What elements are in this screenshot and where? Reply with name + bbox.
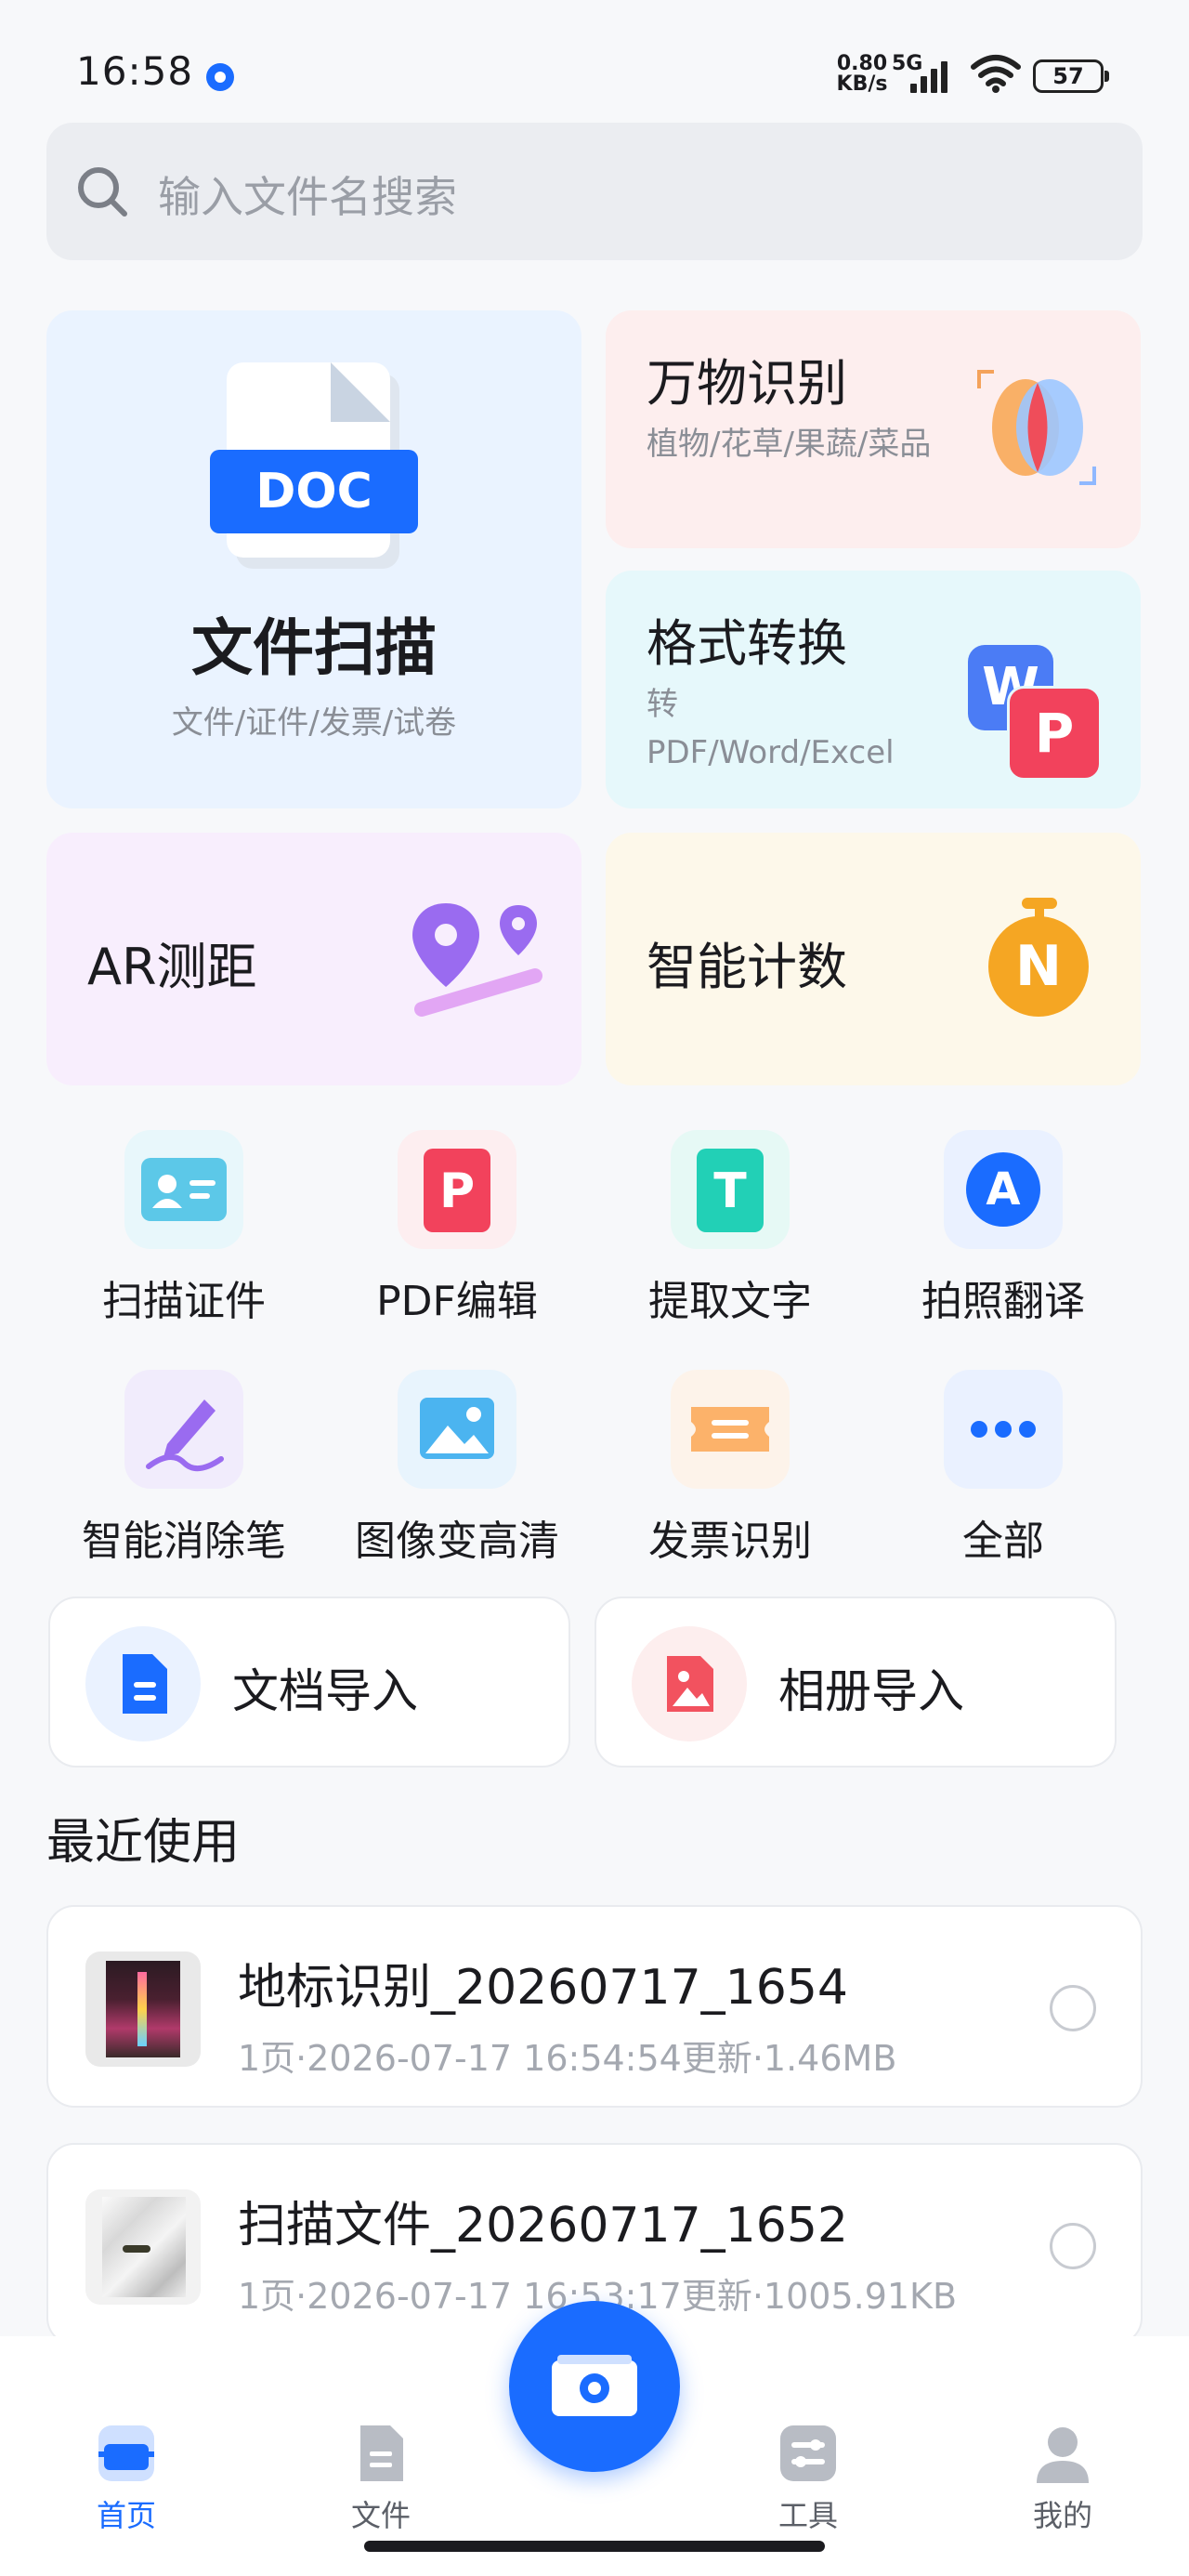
nav-files[interactable]: 文件 — [307, 2420, 455, 2535]
doc-badge: DOC — [210, 450, 418, 533]
search-bar[interactable]: 输入文件名搜索 — [46, 123, 1143, 260]
doc-file-icon: DOC — [210, 357, 418, 576]
format-convert-subtitle: 转PDF/Word/Excel — [647, 686, 895, 771]
document-import-label: 文档导入 — [232, 1664, 418, 1718]
profile-icon — [1037, 2427, 1089, 2483]
file-thumbnail — [85, 1952, 201, 2067]
album-icon — [632, 1626, 747, 1741]
home-indicator — [364, 2541, 825, 2552]
tool-label: PDF编辑 — [376, 1278, 538, 1325]
tool-label: 扫描证件 — [102, 1278, 266, 1325]
tool-image-hd[interactable]: 图像变高清 — [321, 1370, 593, 1593]
ar-measure-icon — [412, 903, 542, 1017]
tool-label: 发票识别 — [648, 1518, 812, 1565]
tool-label: 拍照翻译 — [921, 1278, 1085, 1325]
file-thumbnail — [85, 2189, 201, 2305]
home-scan-icon — [98, 2425, 154, 2481]
object-recognition-subtitle: 植物/花草/果蔬/菜品 — [647, 426, 932, 463]
recent-heading: 最近使用 — [46, 1815, 241, 1871]
text-extract-icon: T — [671, 1130, 790, 1249]
tool-scan-id[interactable]: 扫描证件 — [48, 1130, 320, 1353]
doc-scan-title: 文件扫描 — [191, 612, 437, 684]
document-import-button[interactable]: 文档导入 — [48, 1597, 570, 1768]
translate-glyph: A — [966, 1152, 1040, 1227]
image-hd-icon — [398, 1370, 516, 1489]
status-time: 16:58 — [76, 48, 194, 94]
tool-label: 智能消除笔 — [82, 1518, 286, 1565]
object-recognition-title: 万物识别 — [647, 354, 847, 413]
tool-invoice[interactable]: 发票识别 — [594, 1370, 866, 1593]
tool-label: 图像变高清 — [355, 1518, 559, 1565]
album-import-button[interactable]: 相册导入 — [594, 1597, 1117, 1768]
file-name: 地标识别_20260717_1654 — [238, 1960, 849, 2016]
pdf-glyph: P — [424, 1149, 490, 1232]
id-card-icon — [124, 1130, 243, 1249]
counter-letter: N — [988, 916, 1089, 1017]
search-icon — [78, 167, 127, 217]
tool-photo-translate[interactable]: A 拍照翻译 — [868, 1130, 1139, 1353]
tool-label: 全部 — [962, 1518, 1044, 1565]
nav-home[interactable]: 首页 — [52, 2420, 201, 2535]
file-name: 扫描文件_20260717_1652 — [238, 2198, 849, 2254]
smart-count-title: 智能计数 — [647, 938, 847, 996]
wifi-icon — [971, 55, 1021, 93]
object-recognition-card[interactable]: 万物识别 植物/花草/果蔬/菜品 — [606, 310, 1141, 548]
select-radio[interactable] — [1050, 1985, 1096, 2031]
camera-icon — [552, 2355, 637, 2416]
nav-mine[interactable]: 我的 — [988, 2420, 1137, 2535]
signal-icon — [910, 58, 953, 93]
nav-tools-label: 工具 — [777, 2498, 838, 2533]
nav-mine-label: 我的 — [1032, 2498, 1092, 2533]
net-speed-value: 0.80 — [836, 52, 888, 75]
nav-home-label: 首页 — [96, 2498, 156, 2533]
net-speed: 0.80 KB/s — [832, 54, 892, 95]
nav-tools[interactable]: 工具 — [734, 2420, 882, 2535]
ar-measure-title: AR测距 — [87, 938, 257, 996]
tool-extract-text[interactable]: T 提取文字 — [594, 1130, 866, 1353]
notification-dot-icon — [206, 63, 234, 91]
doc-scan-subtitle: 文件/证件/发票/试卷 — [171, 704, 457, 742]
invoice-icon — [671, 1370, 790, 1489]
ar-measure-card[interactable]: AR测距 — [46, 833, 581, 1085]
file-icon — [360, 2425, 403, 2481]
tool-label: 提取文字 — [648, 1278, 812, 1325]
nav-files-label: 文件 — [350, 2498, 411, 2533]
net-speed-unit: KB/s — [836, 72, 888, 96]
select-radio[interactable] — [1050, 2223, 1096, 2269]
format-convert-title: 格式转换 — [647, 614, 847, 673]
tools-icon — [780, 2425, 836, 2481]
more-icon — [944, 1370, 1063, 1489]
album-import-label: 相册导入 — [778, 1664, 964, 1718]
pdf-icon: P — [398, 1130, 516, 1249]
battery-indicator: 57 — [1033, 59, 1109, 93]
smart-count-card[interactable]: 智能计数 N — [606, 833, 1141, 1085]
doc-scan-card[interactable]: DOC 文件扫描 文件/证件/发票/试卷 — [46, 310, 581, 808]
tool-eraser-pen[interactable]: 智能消除笔 — [48, 1370, 320, 1593]
recent-file-item[interactable]: 地标识别_20260717_1654 1页·2026-07-17 16:54:5… — [46, 1905, 1143, 2108]
search-placeholder: 输入文件名搜索 — [158, 172, 457, 222]
counter-icon: N — [988, 898, 1091, 1019]
text-glyph: T — [697, 1149, 764, 1232]
eraser-pen-icon — [124, 1370, 243, 1489]
object-recognition-icon — [977, 370, 1096, 485]
camera-button[interactable] — [509, 2301, 680, 2472]
pdf-letter: P — [1007, 686, 1102, 781]
translate-icon: A — [944, 1130, 1063, 1249]
tool-pdf-edit[interactable]: P PDF编辑 — [321, 1130, 593, 1353]
document-icon — [85, 1626, 201, 1741]
file-meta: 1页·2026-07-17 16:54:54更新·1.46MB — [238, 2038, 897, 2079]
format-convert-card[interactable]: 格式转换 转PDF/Word/Excel W P — [606, 571, 1141, 808]
tool-all[interactable]: 全部 — [868, 1370, 1139, 1593]
word-pdf-icon: W P — [968, 645, 1102, 781]
